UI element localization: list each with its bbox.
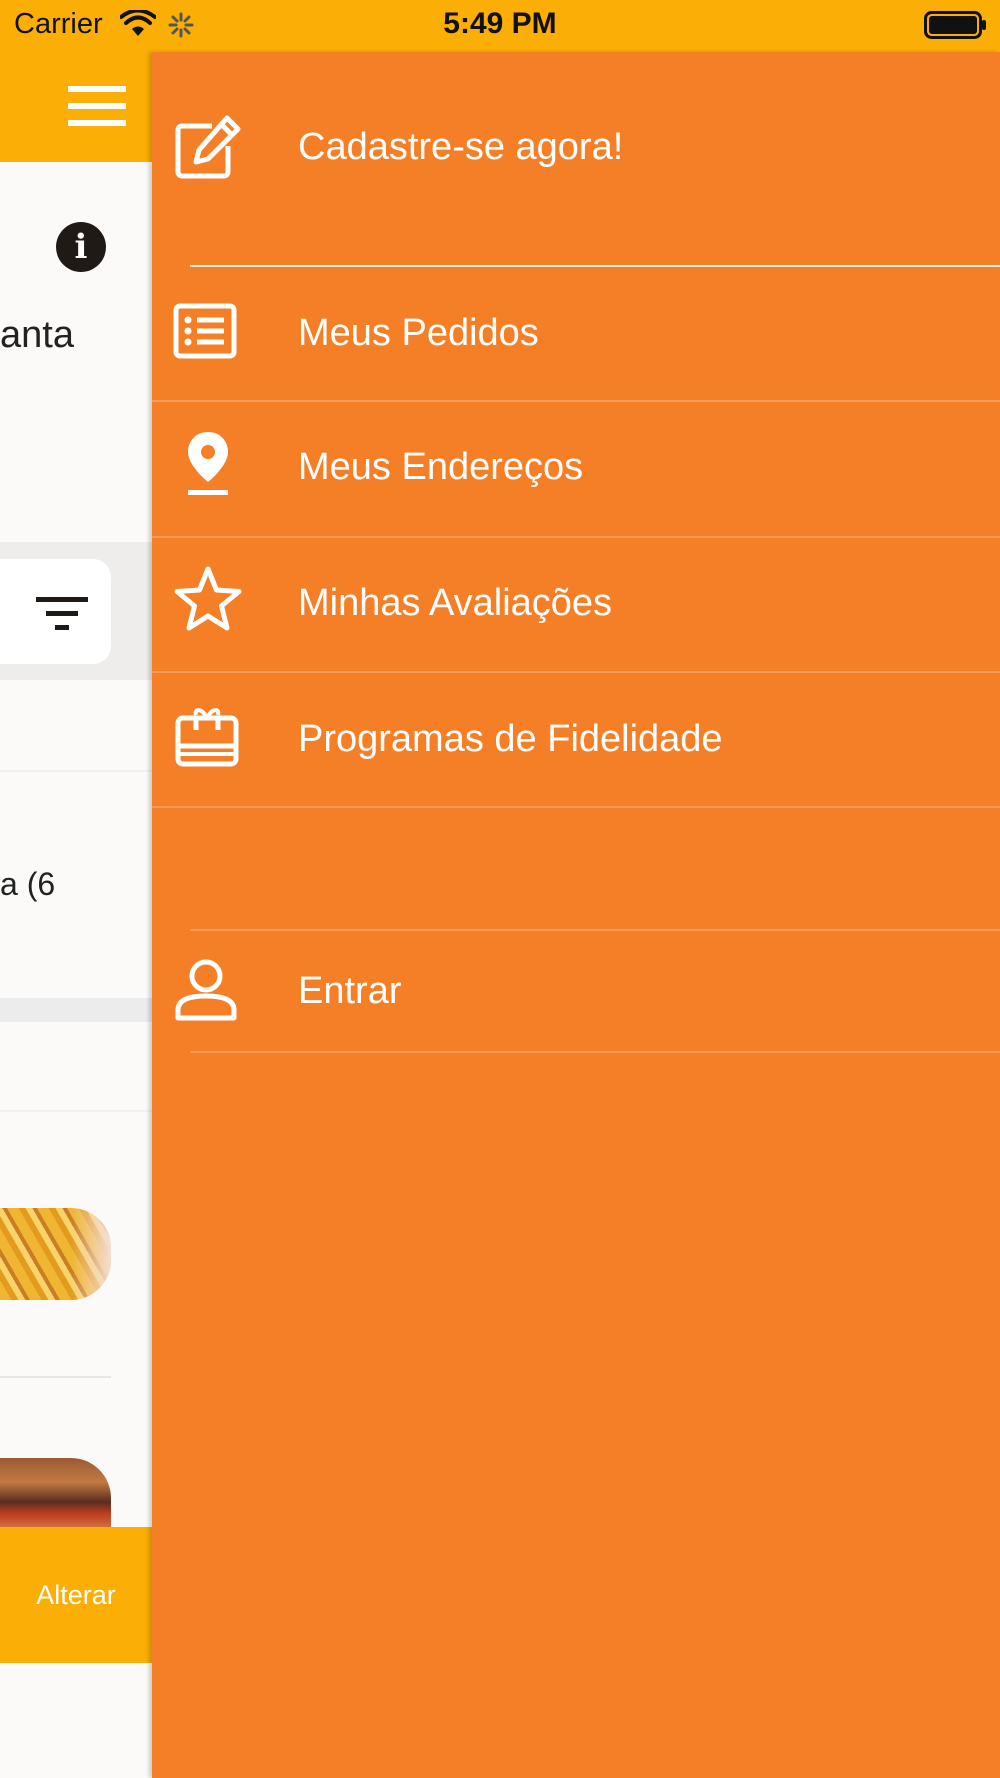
menu-label-register: Cadastre-se agora! bbox=[298, 126, 624, 168]
divider bbox=[152, 671, 1000, 673]
change-button[interactable]: Alterar bbox=[0, 1527, 152, 1663]
menu-label-login: Entrar bbox=[298, 970, 402, 1012]
divider bbox=[190, 1051, 1000, 1053]
star-icon bbox=[174, 566, 242, 631]
side-drawer: Cadastre-se agora! Meus Pedidos Meus End… bbox=[152, 52, 1000, 1778]
edit-icon bbox=[175, 115, 241, 179]
product-image-fries[interactable] bbox=[0, 1208, 111, 1300]
status-bar: Carrier 5:49 PM bbox=[0, 0, 1000, 52]
restaurant-name-partial: anta bbox=[0, 314, 74, 356]
divider bbox=[0, 770, 152, 772]
product-image-burger[interactable] bbox=[0, 1458, 111, 1538]
battery-icon bbox=[924, 11, 986, 39]
divider bbox=[190, 265, 1000, 267]
menu-item-addresses[interactable]: Meus Endereços bbox=[152, 418, 1000, 518]
gift-card-icon bbox=[175, 708, 239, 767]
divider bbox=[152, 806, 1000, 808]
section-separator bbox=[0, 998, 152, 1022]
info-icon[interactable]: i bbox=[56, 222, 106, 272]
category-title-partial: a (6 bbox=[0, 866, 56, 902]
location-pin-icon bbox=[188, 432, 228, 495]
status-time: 5:49 PM bbox=[443, 7, 557, 40]
menu-item-register[interactable]: Cadastre-se agora! bbox=[152, 100, 1000, 200]
menu-icon[interactable] bbox=[68, 86, 126, 126]
app-screen: Carrier 5:49 PM i anta a (6 Alterar Cada… bbox=[0, 0, 1000, 1778]
menu-item-loyalty[interactable]: Programas de Fidelidade bbox=[152, 688, 1000, 788]
divider bbox=[152, 400, 1000, 402]
menu-label-orders: Meus Pedidos bbox=[298, 312, 539, 354]
background-app: i anta a (6 Alterar bbox=[0, 52, 152, 1778]
menu-item-orders[interactable]: Meus Pedidos bbox=[152, 284, 1000, 384]
user-icon bbox=[175, 959, 237, 1021]
list-icon bbox=[173, 303, 237, 359]
divider bbox=[152, 536, 1000, 538]
menu-item-reviews[interactable]: Minhas Avaliações bbox=[152, 552, 1000, 652]
menu-label-loyalty: Programas de Fidelidade bbox=[298, 718, 723, 760]
menu-item-login[interactable]: Entrar bbox=[152, 944, 1000, 1044]
divider bbox=[190, 929, 1000, 931]
divider bbox=[0, 1110, 152, 1112]
app-header bbox=[0, 52, 152, 162]
menu-label-addresses: Meus Endereços bbox=[298, 446, 584, 488]
menu-label-reviews: Minhas Avaliações bbox=[298, 582, 613, 624]
filter-icon[interactable] bbox=[36, 597, 88, 633]
divider bbox=[0, 1376, 111, 1378]
